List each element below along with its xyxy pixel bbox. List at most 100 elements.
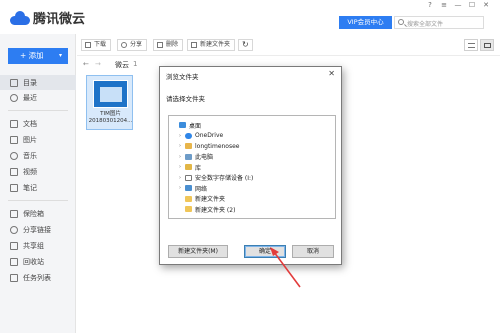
tree-node[interactable]: 新建文件夹 (2) bbox=[179, 204, 235, 214]
sidebar-item-label: 回收站 bbox=[23, 257, 44, 266]
add-label: 添加 bbox=[28, 51, 44, 60]
tree-node-label: OneDrive bbox=[195, 132, 224, 139]
title-bar: 腾讯微云 VIP会员中心 搜索全部文件 ? ≡ — ☐ ✕ bbox=[0, 0, 500, 34]
new-folder-button[interactable]: 新建文件夹 bbox=[187, 39, 236, 51]
refresh-icon: ↻ bbox=[242, 40, 249, 49]
forward-button[interactable]: → bbox=[95, 60, 101, 68]
tree-node-label: longtimenosee bbox=[195, 142, 240, 150]
sidebar-item-documents[interactable]: 文档 bbox=[0, 116, 76, 131]
document-icon bbox=[10, 119, 18, 128]
back-button[interactable]: ← bbox=[83, 60, 89, 68]
sidebar-item-label: 音乐 bbox=[23, 151, 37, 160]
lib-folder-icon bbox=[185, 164, 192, 170]
plus-icon: + bbox=[20, 51, 29, 60]
maximize-button[interactable]: ☐ bbox=[466, 1, 478, 9]
tree-node-label: 此电脑 bbox=[195, 154, 214, 161]
music-icon bbox=[10, 151, 18, 160]
app-logo: 腾讯微云 bbox=[10, 8, 85, 27]
cloud-folder-icon bbox=[185, 132, 192, 139]
tree-node[interactable]: › longtimenosee bbox=[179, 141, 240, 151]
video-icon bbox=[10, 167, 18, 176]
sidebar-divider bbox=[8, 110, 68, 111]
close-window-button[interactable]: ✕ bbox=[480, 1, 492, 9]
sidebar-item-tasks[interactable]: 任务列表 bbox=[0, 270, 76, 285]
tree-node-label: 安全数字存储设备 (I:) bbox=[195, 175, 254, 182]
desk-folder-icon bbox=[179, 122, 186, 128]
menu-button[interactable]: ≡ bbox=[438, 1, 450, 9]
net-folder-icon bbox=[185, 185, 192, 191]
delete-button[interactable]: 删除 bbox=[153, 39, 184, 51]
task-list-icon bbox=[10, 273, 18, 282]
cloud-logo-icon bbox=[10, 10, 30, 25]
share-label: 分享 bbox=[130, 41, 143, 48]
new-folder-dialog-button[interactable]: 新建文件夹(M) bbox=[168, 245, 228, 258]
tree-node-label: 网络 bbox=[195, 185, 208, 193]
user-folder-icon bbox=[185, 143, 192, 149]
safe-icon bbox=[10, 209, 18, 218]
drive-folder-icon bbox=[185, 174, 192, 181]
cancel-button[interactable]: 取消 bbox=[292, 245, 334, 258]
sidebar-item-directory[interactable]: 目录 bbox=[0, 75, 76, 90]
breadcrumb-count: 1 bbox=[133, 60, 138, 68]
download-label: 下载 bbox=[94, 41, 107, 48]
sidebar-item-safe[interactable]: 保险箱 bbox=[0, 206, 76, 221]
folder-plus-icon bbox=[191, 42, 197, 48]
note-icon bbox=[10, 183, 18, 192]
sidebar-item-label: 最近 bbox=[23, 93, 37, 102]
file-item[interactable]: TIM图片 20180301204... bbox=[86, 75, 133, 130]
sidebar-item-recent[interactable]: 最近 bbox=[0, 90, 76, 105]
list-view-icon bbox=[468, 43, 475, 48]
list-view-button[interactable] bbox=[464, 39, 478, 51]
share-button[interactable]: 分享 bbox=[117, 39, 148, 51]
ok-button[interactable]: 确定 bbox=[244, 245, 286, 258]
refresh-button[interactable]: ↻ bbox=[238, 39, 253, 51]
sidebar-item-label: 视频 bbox=[23, 167, 37, 176]
delete-label: 删除 bbox=[166, 41, 179, 48]
sidebar-item-share-groups[interactable]: 共享组 bbox=[0, 238, 76, 253]
sidebar-item-share-links[interactable]: 分享链接 bbox=[0, 222, 76, 237]
trash-icon bbox=[157, 42, 163, 48]
dialog-close-button[interactable]: ✕ bbox=[328, 69, 335, 78]
help-button[interactable]: ? bbox=[424, 1, 436, 9]
dropdown-arrow-icon: ▾ bbox=[58, 52, 62, 59]
app-name: 腾讯微云 bbox=[33, 12, 86, 27]
download-button[interactable]: 下载 bbox=[81, 39, 112, 51]
tree-node[interactable]: › 网络 bbox=[179, 183, 207, 193]
sidebar-item-label: 分享链接 bbox=[23, 225, 51, 234]
clock-icon bbox=[10, 93, 18, 102]
dialog-title: 浏览文件夹 bbox=[166, 73, 199, 81]
tree-node[interactable]: 桌面 bbox=[173, 120, 201, 130]
download-icon bbox=[85, 42, 91, 48]
breadcrumb-root[interactable]: 微云 bbox=[115, 60, 129, 70]
share-icon bbox=[121, 42, 127, 48]
sidebar-item-video[interactable]: 视频 bbox=[0, 164, 76, 179]
add-button[interactable]: + 添加 ▾ bbox=[8, 48, 68, 64]
tree-node[interactable]: › 此电脑 bbox=[179, 152, 213, 162]
grid-view-button[interactable] bbox=[480, 39, 494, 51]
file-name: TIM图片 bbox=[100, 111, 121, 117]
sidebar-item-images[interactable]: 图片 bbox=[0, 132, 76, 147]
tree-node-label: 桌面 bbox=[189, 122, 202, 130]
grid-view-icon bbox=[484, 43, 491, 48]
tree-node[interactable]: › 安全数字存储设备 (I:) bbox=[179, 173, 253, 183]
sidebar-divider bbox=[8, 200, 68, 201]
sidebar-item-recycle-bin[interactable]: 回收站 bbox=[0, 254, 76, 269]
file-thumbnail bbox=[93, 80, 128, 108]
tree-node[interactable]: › 库 bbox=[179, 162, 201, 172]
tree-node-label: 库 bbox=[195, 164, 202, 172]
search-icon bbox=[398, 19, 404, 25]
search-input[interactable]: 搜索全部文件 bbox=[394, 16, 484, 29]
share-link-icon bbox=[10, 225, 18, 234]
dialog-prompt: 请选择文件夹 bbox=[166, 95, 205, 103]
vip-center-button[interactable]: VIP会员中心 bbox=[339, 16, 392, 29]
sidebar-item-music[interactable]: 音乐 bbox=[0, 148, 76, 163]
sidebar-item-label: 图片 bbox=[23, 135, 37, 144]
image-icon bbox=[10, 135, 18, 144]
sidebar-item-notes[interactable]: 笔记 bbox=[0, 180, 76, 195]
minimize-button[interactable]: — bbox=[452, 1, 464, 9]
tree-node-label: 新建文件夹 bbox=[195, 196, 226, 203]
folder-tree[interactable]: 桌面 › OneDrive › longtimenosee › 此电脑 › 库 › 安全数字存储设备… bbox=[168, 115, 336, 219]
tree-node[interactable]: 新建文件夹 bbox=[179, 194, 225, 204]
tree-node[interactable]: › OneDrive bbox=[179, 131, 223, 141]
sidebar-item-label: 文档 bbox=[23, 119, 37, 128]
